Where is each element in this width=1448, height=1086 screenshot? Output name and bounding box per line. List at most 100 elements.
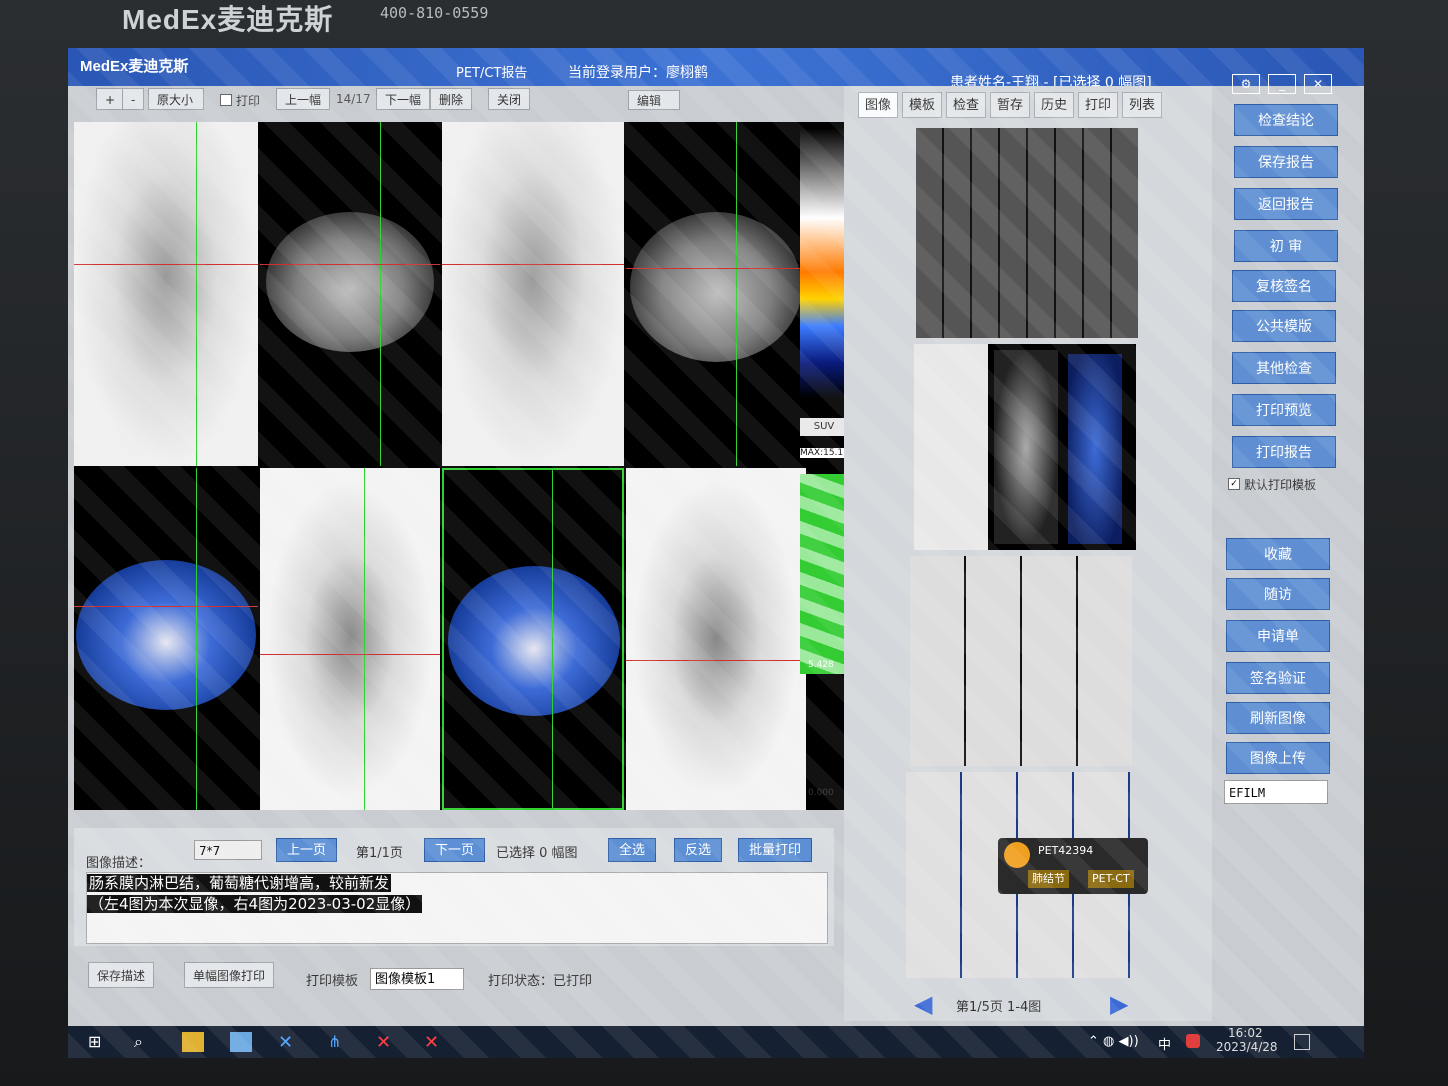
- request-form-button[interactable]: 申请单: [1226, 620, 1330, 652]
- edit-button[interactable]: 编辑: [628, 90, 680, 110]
- close-icon[interactable]: ✕: [1304, 74, 1332, 94]
- patient-popup[interactable]: PET42394 肺结节 PET-CT: [998, 838, 1148, 894]
- report-app-2-icon[interactable]: ✕: [424, 1032, 446, 1053]
- thumbnail-spine-series[interactable]: [914, 344, 1136, 550]
- tab-print[interactable]: 打印: [1078, 92, 1118, 118]
- upload-images-button[interactable]: 图像上传: [1226, 742, 1330, 774]
- save-description-button[interactable]: 保存描述: [88, 962, 155, 988]
- print-preview-button[interactable]: 打印预览: [1232, 394, 1336, 426]
- thumbnail-body-series[interactable]: [910, 556, 1132, 766]
- fusion-axial-image[interactable]: [74, 468, 258, 810]
- next-page-button[interactable]: 下一页: [424, 838, 486, 862]
- public-template-button[interactable]: 公共模版: [1232, 310, 1336, 342]
- fusion-axial-prior-image[interactable]: [442, 468, 624, 810]
- invert-selection-button[interactable]: 反选: [674, 838, 723, 862]
- medex-app-icon[interactable]: ✕: [278, 1032, 300, 1053]
- close-image-button[interactable]: 关闭: [488, 88, 531, 110]
- original-size-button[interactable]: 原大小: [148, 88, 204, 110]
- clock-date[interactable]: 2023/4/28: [1216, 1040, 1278, 1054]
- default-template-checkbox[interactable]: ✓: [1228, 478, 1240, 490]
- popup-title: PET42394: [1038, 844, 1094, 857]
- first-review-button[interactable]: 初 审: [1234, 230, 1338, 262]
- file-explorer-icon[interactable]: [182, 1032, 204, 1052]
- windows-start-icon[interactable]: ⊞: [88, 1032, 110, 1052]
- return-report-button[interactable]: 返回报告: [1234, 188, 1338, 220]
- desc-line-1: 肠系膜内淋巴结，葡萄糖代谢增高，较前新发: [87, 874, 392, 892]
- thumb-pagination: 第1/5页 1-4图: [956, 1000, 1042, 1015]
- monitor-phone: 400-810-0559: [380, 4, 489, 22]
- next-image-button[interactable]: 下一幅: [376, 88, 431, 110]
- sogou-icon[interactable]: [1186, 1034, 1200, 1048]
- network-app-icon[interactable]: ⋔: [328, 1032, 350, 1052]
- report-app-icon[interactable]: ✕: [376, 1032, 398, 1053]
- efilm-select[interactable]: EFILM: [1224, 780, 1328, 804]
- ct-axial-prior-image[interactable]: [626, 122, 806, 466]
- selected-count: 已选择 0 幅图: [496, 846, 578, 861]
- report-title: PET/CT报告: [456, 66, 528, 81]
- other-exam-button[interactable]: 其他检查: [1232, 352, 1336, 384]
- tab-exams[interactable]: 检查: [946, 92, 986, 118]
- settings-icon[interactable]: ⚙: [1232, 74, 1260, 94]
- tag-pet-ct[interactable]: PET-CT: [1088, 870, 1134, 888]
- suv-label: SUV: [800, 418, 848, 436]
- monitor-brand: MedEx麦迪克斯: [122, 4, 334, 35]
- windows-taskbar: ⊞ ⌕ ✕ ⋔ ✕ ✕ ⌃ ◍ ◀)) 中 16:02 2023/4/28: [68, 1026, 1364, 1058]
- image-grid[interactable]: [74, 122, 849, 810]
- layout-select[interactable]: 7*7: [194, 840, 262, 860]
- refresh-images-button[interactable]: 刷新图像: [1226, 702, 1330, 734]
- avatar: [1004, 842, 1030, 868]
- print-template-select[interactable]: 图像模板1: [370, 968, 464, 990]
- tray-icons[interactable]: ⌃ ◍ ◀)): [1088, 1034, 1139, 1049]
- tab-list[interactable]: 列表: [1122, 92, 1162, 118]
- ct-axial-image[interactable]: [260, 122, 440, 466]
- pet-axial-image[interactable]: [74, 122, 258, 466]
- suv-colorbar: SUV MAX:15.11 5.428 0.000: [800, 128, 849, 808]
- current-user: 当前登录用户：廖栩鹤: [568, 65, 708, 81]
- select-all-button[interactable]: 全选: [608, 838, 657, 862]
- title-bar: MedEx麦迪克斯 PET/CT报告 当前登录用户：廖栩鹤 患者姓名-王翔 - …: [68, 48, 1364, 94]
- follow-up-button[interactable]: 随访: [1226, 578, 1330, 610]
- app-screen: MedEx麦迪克斯 PET/CT报告 当前登录用户：廖栩鹤 患者姓名-王翔 - …: [68, 48, 1364, 1058]
- zoom-out-button[interactable]: -: [122, 88, 145, 110]
- desc-line-2: （左4图为本次显像，右4图为2023-03-02显像）: [87, 895, 423, 913]
- thumb-next-icon[interactable]: ▶: [1110, 990, 1128, 1018]
- print-label: 打印: [236, 94, 261, 108]
- app-icon[interactable]: [230, 1032, 252, 1052]
- save-report-button[interactable]: 保存报告: [1234, 146, 1338, 178]
- zoom-in-button[interactable]: +: [96, 88, 125, 110]
- delete-button[interactable]: 删除: [430, 88, 473, 110]
- description-textarea[interactable]: 肠系膜内淋巴结，葡萄糖代谢增高，较前新发 （左4图为本次显像，右4图为2023-…: [86, 872, 828, 944]
- tab-images[interactable]: 图像: [858, 92, 898, 118]
- page-info: 第1/1页: [356, 846, 403, 861]
- thumb-prev-icon[interactable]: ◀: [914, 990, 932, 1018]
- tab-history[interactable]: 历史: [1034, 92, 1074, 118]
- pet-axial-prior-image[interactable]: [442, 122, 624, 466]
- mip-coronal-image[interactable]: [260, 468, 440, 810]
- tag-lung-nodule[interactable]: 肺结节: [1028, 870, 1069, 888]
- mip-coronal-prior-image[interactable]: [626, 468, 806, 810]
- tab-templates[interactable]: 模板: [902, 92, 942, 118]
- suv-min-label: 0.000: [808, 788, 834, 798]
- suv-max-label: MAX:15.11: [800, 448, 849, 458]
- notification-icon[interactable]: [1294, 1034, 1310, 1050]
- tab-temp[interactable]: 暂存: [990, 92, 1030, 118]
- clock-time[interactable]: 16:02: [1228, 1026, 1263, 1040]
- favorite-button[interactable]: 收藏: [1226, 538, 1330, 570]
- single-print-button[interactable]: 单幅图像打印: [184, 962, 275, 988]
- exam-conclusion-button[interactable]: 检查结论: [1234, 104, 1338, 136]
- review-sign-button[interactable]: 复核签名: [1232, 270, 1336, 302]
- thumbnail-panel: 图像 模板 检查 暂存 历史 打印 列表 PET42394 肺结节 PET-CT…: [844, 86, 1212, 1021]
- prev-image-button[interactable]: 上一幅: [276, 88, 331, 110]
- thumbnail-brain-series[interactable]: [916, 128, 1138, 338]
- minimize-icon[interactable]: _: [1268, 74, 1296, 94]
- app-logo: MedEx麦迪克斯: [80, 58, 189, 75]
- batch-print-button[interactable]: 批量打印: [738, 838, 813, 862]
- print-status: 打印状态：已打印: [488, 974, 593, 989]
- default-template-label: 默认打印模板: [1244, 478, 1317, 492]
- ime-indicator[interactable]: 中: [1158, 1034, 1171, 1053]
- signature-verify-button[interactable]: 签名验证: [1226, 662, 1330, 694]
- print-report-button[interactable]: 打印报告: [1232, 436, 1336, 468]
- prev-page-button[interactable]: 上一页: [276, 838, 338, 862]
- search-icon[interactable]: ⌕: [134, 1032, 156, 1052]
- print-checkbox[interactable]: [220, 94, 232, 106]
